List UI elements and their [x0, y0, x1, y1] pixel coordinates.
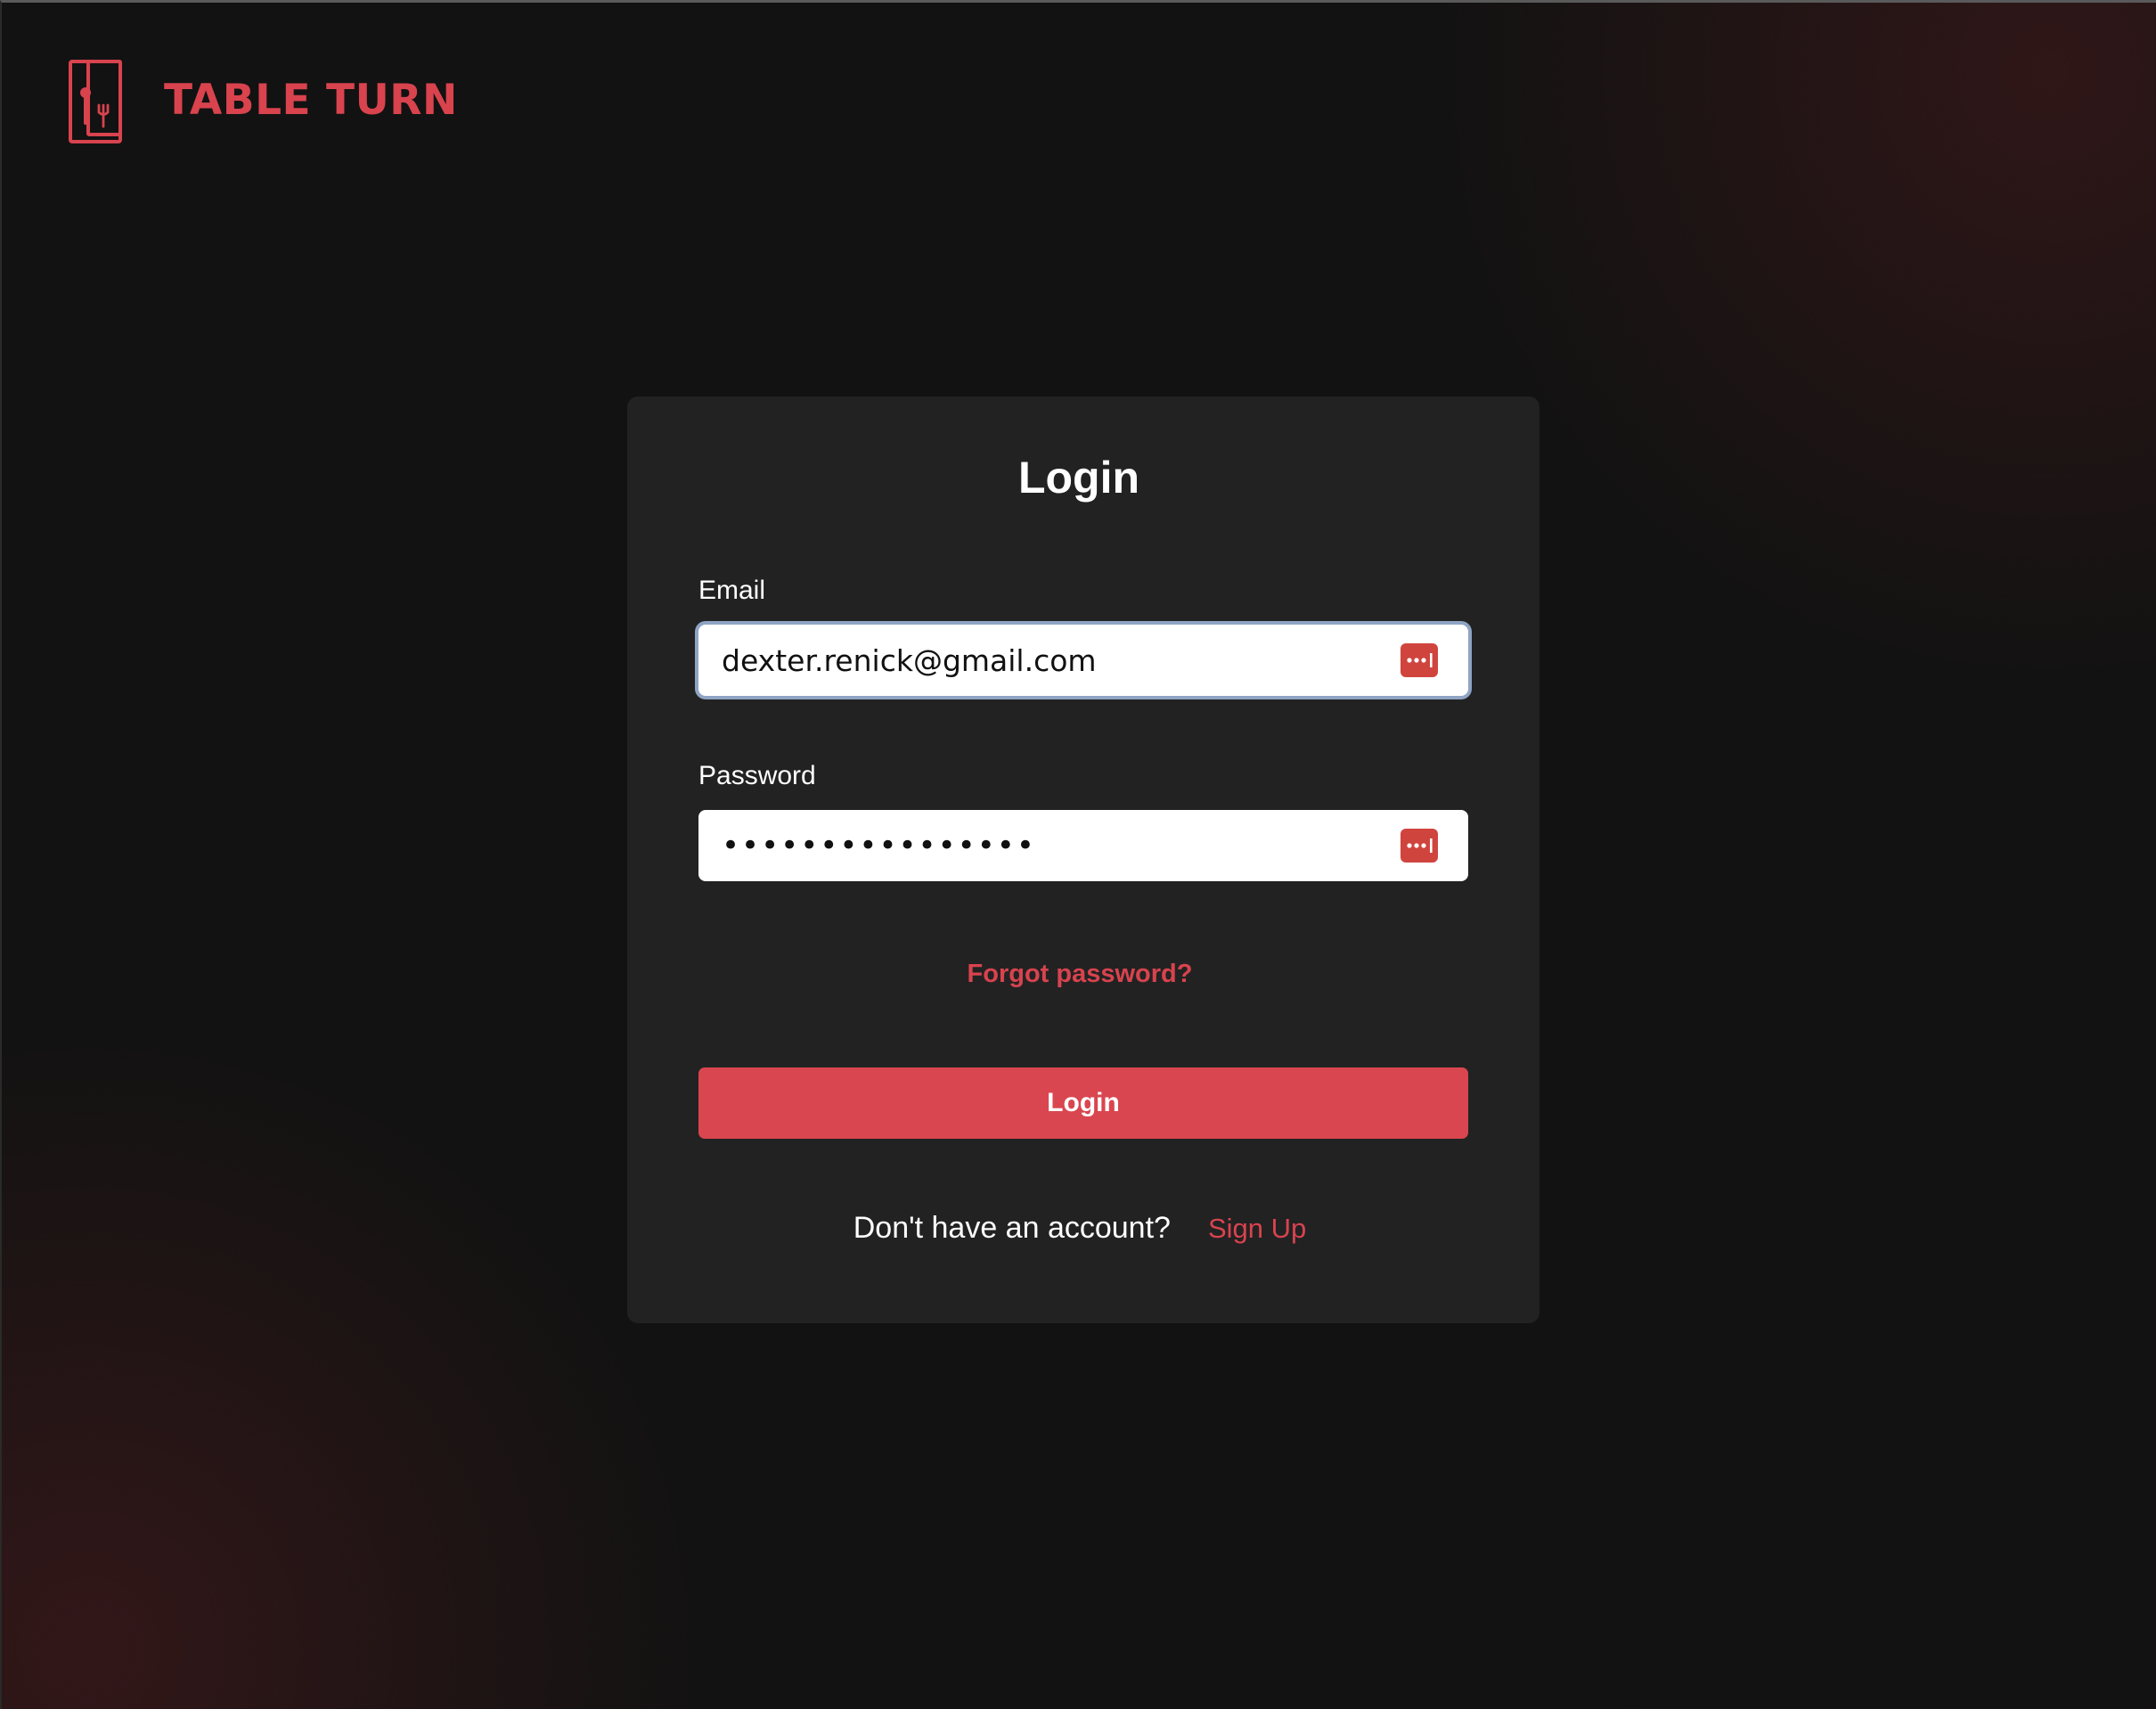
password-field[interactable]	[698, 810, 1401, 881]
signup-row: Don't have an account? Sign Up	[2, 1213, 2156, 1243]
password-label: Password	[698, 761, 816, 790]
signup-link[interactable]: Sign Up	[1208, 1214, 1306, 1242]
forgot-password-link[interactable]: Forgot password?	[2, 961, 2156, 987]
email-field[interactable]	[698, 625, 1401, 696]
signup-prompt: Don't have an account?	[853, 1211, 1171, 1245]
email-label: Email	[698, 576, 766, 605]
password-field-container[interactable]	[698, 810, 1468, 881]
password-manager-icon[interactable]	[1401, 643, 1438, 677]
login-button[interactable]: Login	[698, 1067, 1468, 1139]
password-manager-icon[interactable]	[1401, 829, 1438, 863]
restaurant-menu-icon	[69, 60, 122, 143]
brand-name: TABLE TURN	[164, 75, 458, 125]
page-title: Login	[1017, 453, 1140, 503]
email-field-container[interactable]	[698, 625, 1468, 696]
brand-header[interactable]: TABLE TURN	[68, 59, 458, 144]
